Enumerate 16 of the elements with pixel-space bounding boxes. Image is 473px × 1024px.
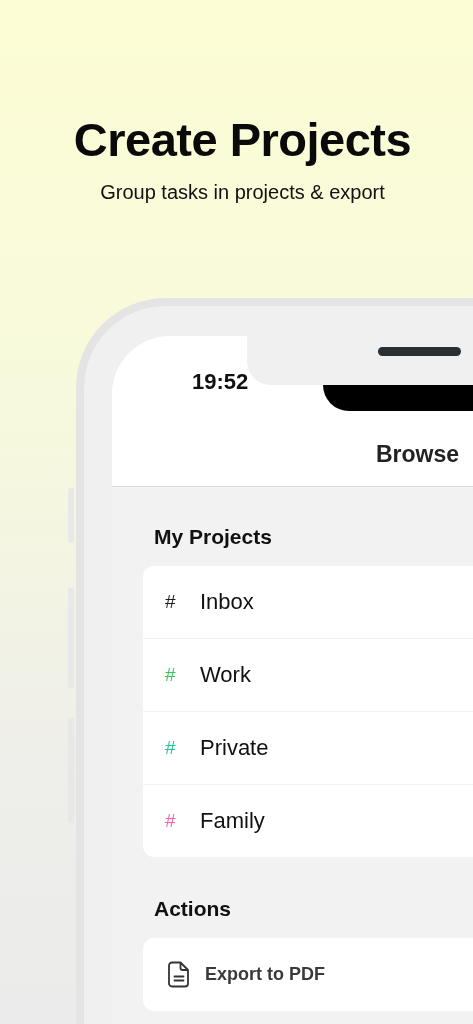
hash-icon: # bbox=[165, 664, 200, 686]
hash-icon: # bbox=[165, 810, 200, 832]
project-item[interactable]: # Private bbox=[143, 712, 473, 784]
document-icon bbox=[168, 961, 190, 988]
headline-title: Create Projects bbox=[72, 113, 413, 167]
project-item[interactable]: # Inbox bbox=[143, 566, 473, 638]
project-item[interactable]: # Work bbox=[143, 639, 473, 711]
section-title: Actions bbox=[154, 897, 232, 921]
hash-icon: # bbox=[165, 591, 200, 613]
nav-title: Browse bbox=[376, 441, 461, 467]
headline-subtitle: Group tasks in projects & export bbox=[99, 180, 386, 205]
section-title: My Projects bbox=[154, 525, 273, 549]
status-time: 19:52 bbox=[192, 369, 249, 395]
project-item[interactable]: # Family bbox=[143, 785, 473, 857]
export-item[interactable]: Export to PDF bbox=[143, 938, 473, 1011]
hash-icon: # bbox=[165, 737, 200, 759]
